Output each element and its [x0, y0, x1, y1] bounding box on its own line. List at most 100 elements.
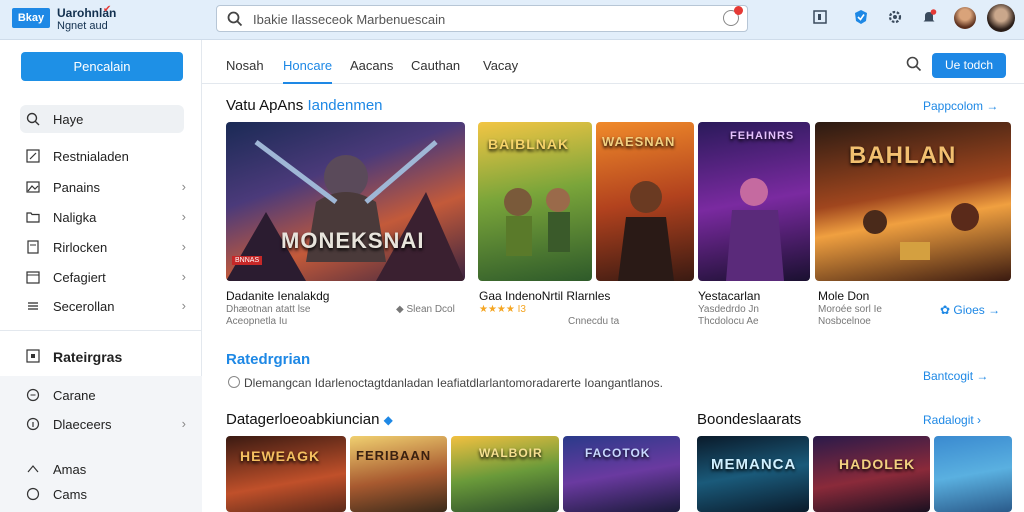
- chevron-right-icon: ›: [181, 298, 186, 313]
- sidebar-bottom-item-2[interactable]: Amas: [26, 460, 186, 480]
- tab-2[interactable]: Aacans: [350, 58, 393, 73]
- featured-see-all-link[interactable]: Pappcolom →: [923, 99, 998, 113]
- app-subtitle: Ngnet aud: [57, 20, 108, 32]
- game-card[interactable]: MONEKSNAI BNNAS: [226, 122, 465, 281]
- category-see-all-link[interactable]: Bantcogit →: [923, 369, 988, 383]
- search-icon[interactable]: [906, 56, 922, 77]
- sidebar: Pencalain Haye Restnialaden Panains › Na…: [0, 40, 202, 512]
- game-meta: Dhæotnan atatt lse: [226, 304, 311, 315]
- game-art-title: FERIBAAN: [356, 448, 432, 463]
- sidebar-item-label: Panains: [53, 180, 100, 195]
- header-action-button[interactable]: Ue todch: [932, 53, 1006, 78]
- game-extra-label: Slean Dcol: [406, 304, 455, 315]
- sidebar-item-6[interactable]: Secerollan ›: [26, 297, 186, 317]
- sidebar-bottom-item-1[interactable]: Dlaeceers ›: [26, 415, 186, 435]
- game-card[interactable]: [934, 436, 1012, 512]
- category-link-label: Bantcogit: [923, 369, 974, 383]
- sidebar-item-home[interactable]: Haye: [26, 110, 186, 130]
- sidebar-item-4[interactable]: Rirlocken ›: [26, 238, 186, 258]
- sidebar-heading-label: Rateirgras: [53, 349, 123, 365]
- game-art-title: FEHAINRS: [730, 130, 795, 142]
- game-art-title: HADOLEK: [839, 456, 916, 472]
- game-art-title: HEWEAGK: [240, 448, 321, 464]
- primary-action-button[interactable]: Pencalain: [21, 52, 183, 81]
- sidebar-item-5[interactable]: Cefagiert ›: [26, 268, 186, 288]
- profile-avatar[interactable]: [987, 4, 1015, 32]
- chevron-right-icon: ›: [181, 209, 186, 224]
- grid-icon: [26, 149, 40, 163]
- tab-1[interactable]: Honcare: [283, 58, 333, 84]
- game-card[interactable]: FEHAINRS: [698, 122, 810, 281]
- game-art-title: WALBOIR: [479, 446, 543, 460]
- game-extra[interactable]: ◆ Slean Dcol: [396, 304, 455, 315]
- game-card[interactable]: FERIBAAN: [350, 436, 447, 512]
- game-art-title: MEMANCA: [711, 456, 797, 473]
- sidebar-item-3[interactable]: Naligka ›: [26, 208, 186, 228]
- game-title[interactable]: Dadanite Ienalakdg: [226, 289, 329, 303]
- section-title-plain: Vatu ApAns: [226, 97, 308, 114]
- game-meta: ★★★★ I3: [479, 304, 526, 315]
- chevron-right-icon: ›: [181, 239, 186, 254]
- circle-icon: [26, 487, 40, 501]
- game-art-title: FACOTOK: [585, 446, 651, 460]
- sidebar-section-heading[interactable]: Rateirgras: [26, 347, 186, 367]
- game-title[interactable]: Mole Don: [818, 289, 869, 303]
- game-card-link[interactable]: ✿ Gioes →: [940, 303, 1000, 317]
- game-card[interactable]: FACOTOK: [563, 436, 680, 512]
- sidebar-bottom-item-3[interactable]: Cams: [26, 485, 186, 505]
- avatar[interactable]: [954, 7, 976, 29]
- sidebar-item-label: Cams: [53, 487, 87, 502]
- sidebar-item-2[interactable]: Panains ›: [26, 178, 186, 198]
- tab-4[interactable]: Vacay: [483, 58, 518, 73]
- row-right-link-label: Radalogit: [923, 413, 974, 427]
- gear-icon: ✿: [940, 303, 951, 317]
- game-card[interactable]: WAESNAN: [596, 122, 694, 281]
- arrow-right-icon: →: [988, 303, 1001, 317]
- chevron-right-icon: ›: [181, 269, 186, 284]
- sidebar-item-label: Dlaeceers: [53, 417, 112, 432]
- game-card[interactable]: BAIBLNAK: [478, 122, 592, 281]
- game-title[interactable]: Yestacarlan: [698, 289, 760, 303]
- search-bar[interactable]: Ibakie Ilasseceok Marbenuescain: [216, 5, 748, 32]
- app-logo[interactable]: Bkay: [12, 8, 50, 28]
- check-badge-icon[interactable]: [852, 9, 870, 27]
- game-card[interactable]: WALBOIR: [451, 436, 559, 512]
- bell-icon[interactable]: [920, 9, 938, 27]
- game-meta-secondary: Nosbcelnoe: [818, 316, 871, 327]
- sidebar-item-1[interactable]: Restnialaden: [26, 147, 186, 167]
- chevron-right-icon: ›: [977, 413, 982, 427]
- sidebar-item-label: Restnialaden: [53, 149, 129, 164]
- game-meta-secondary: Thcdolocu Ae: [698, 316, 759, 327]
- sidebar-item-label: Naligka: [53, 210, 97, 225]
- sidebar-bottom-item-0[interactable]: Carane: [26, 386, 186, 406]
- bookmark-icon: ◆: [396, 304, 404, 315]
- gear-icon[interactable]: [886, 9, 904, 27]
- chevron-right-icon: ›: [181, 179, 186, 194]
- game-card[interactable]: MEMANCA: [697, 436, 809, 512]
- tab-0[interactable]: Nosah: [226, 58, 264, 73]
- window-icon[interactable]: [811, 9, 829, 27]
- row-right-see-all-link[interactable]: Radalogit ›: [923, 413, 981, 427]
- game-title[interactable]: Gaa IndenoNrtil Rlarnles: [479, 289, 610, 303]
- square-icon: [26, 349, 40, 363]
- game-card[interactable]: HEWEAGK: [226, 436, 346, 512]
- game-meta: Moroée sorl Ie: [818, 304, 882, 315]
- diamond-icon: ◆: [383, 413, 393, 427]
- arrow-right-icon: →: [986, 99, 999, 113]
- rating-stars: ★★★★ I3: [479, 304, 526, 315]
- sidebar-item-label: Amas: [53, 462, 87, 477]
- sidebar-item-label: Secerollan: [53, 299, 115, 314]
- tab-3[interactable]: Cauthan: [411, 58, 460, 73]
- game-art-title: BAHLAN: [849, 142, 957, 169]
- search-input[interactable]: Ibakie Ilasseceok Marbenuescain: [253, 12, 445, 27]
- game-card[interactable]: HADOLEK: [813, 436, 930, 512]
- sidebar-item-label: Rirlocken: [53, 240, 108, 255]
- chevron-right-icon: ›: [181, 416, 186, 431]
- game-meta: Yasdedrdo Jn: [698, 304, 759, 315]
- search-icon: [26, 112, 40, 126]
- arrow-right-icon: →: [976, 369, 989, 383]
- info-icon: [26, 417, 40, 431]
- game-card[interactable]: BAHLAN: [815, 122, 1011, 281]
- section-title-accent: Iandenmen: [307, 97, 383, 114]
- document-icon: [26, 240, 40, 254]
